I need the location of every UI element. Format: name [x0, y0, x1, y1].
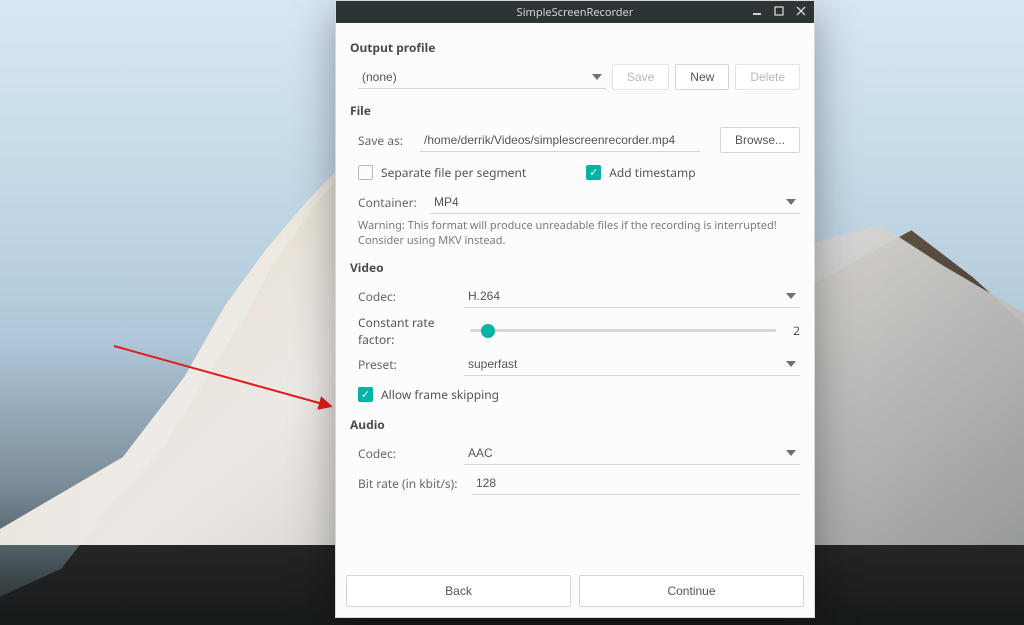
preset-label: Preset: [358, 356, 454, 373]
bitrate-input[interactable] [472, 472, 800, 495]
minimize-icon[interactable] [750, 4, 764, 18]
checkbox-icon [586, 165, 601, 180]
save-profile-button[interactable]: Save [612, 64, 669, 90]
maximize-icon[interactable] [772, 4, 786, 18]
window-titlebar: SimpleScreenRecorder [336, 1, 814, 23]
back-button[interactable]: Back [346, 575, 571, 607]
audio-codec-label: Codec: [358, 445, 454, 462]
container-select[interactable]: MP4 [430, 191, 800, 214]
bitrate-label: Bit rate (in kbit/s): [358, 475, 462, 492]
save-as-input[interactable] [420, 129, 700, 152]
separate-file-checkbox[interactable]: Separate file per segment [358, 164, 526, 181]
output-profile-heading: Output profile [350, 39, 800, 56]
crf-slider[interactable] [470, 329, 776, 332]
new-profile-button[interactable]: New [675, 64, 729, 90]
checkbox-icon [358, 165, 373, 180]
preset-select[interactable]: superfast [464, 353, 800, 376]
crf-value: 2 [786, 322, 800, 339]
file-heading: File [350, 102, 800, 119]
browse-button[interactable]: Browse... [720, 127, 800, 153]
container-label: Container: [358, 194, 420, 211]
delete-profile-button[interactable]: Delete [735, 64, 800, 90]
container-warning: Warning: This format will produce unread… [358, 219, 800, 249]
continue-button[interactable]: Continue [579, 575, 804, 607]
video-heading: Video [350, 259, 800, 276]
audio-codec-select[interactable]: AAC [464, 442, 800, 465]
close-icon[interactable] [794, 4, 808, 18]
save-as-label: Save as: [358, 132, 410, 149]
add-timestamp-checkbox[interactable]: Add timestamp [586, 164, 695, 181]
video-codec-select[interactable]: H.264 [464, 285, 800, 308]
output-profile-select[interactable]: (none) [358, 66, 606, 89]
window-title: SimpleScreenRecorder [517, 5, 634, 20]
separate-file-label: Separate file per segment [381, 164, 526, 181]
add-timestamp-label: Add timestamp [609, 164, 695, 181]
audio-heading: Audio [350, 416, 800, 433]
crf-label: Constant rate factor: [358, 314, 470, 348]
app-window: SimpleScreenRecorder Output profile (non… [335, 0, 815, 618]
video-codec-label: Codec: [358, 288, 454, 305]
frame-skipping-checkbox[interactable]: Allow frame skipping [358, 386, 499, 403]
checkbox-icon [358, 387, 373, 402]
frame-skipping-label: Allow frame skipping [381, 386, 499, 403]
